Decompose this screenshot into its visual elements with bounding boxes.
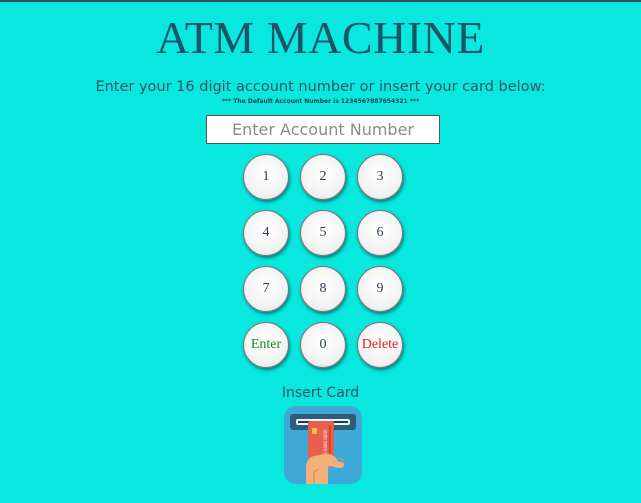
insert-card-label: Insert Card	[281, 385, 360, 401]
enter-button[interactable]: Enter	[243, 322, 289, 368]
instruction-text: Enter your 16 digit account number or in…	[95, 79, 546, 95]
key-3-button[interactable]: 3	[357, 154, 403, 200]
top-border	[0, 0, 641, 2]
page-title: ATM MACHINE	[156, 12, 485, 63]
key-6-button[interactable]: 6	[357, 210, 403, 256]
key-7-button[interactable]: 7	[243, 266, 289, 312]
key-2-button[interactable]: 2	[300, 154, 346, 200]
delete-button[interactable]: Delete	[357, 322, 403, 368]
key-1-button[interactable]: 1	[243, 154, 289, 200]
account-number-input[interactable]	[206, 115, 440, 144]
key-9-button[interactable]: 9	[357, 266, 403, 312]
key-5-button[interactable]: 5	[300, 210, 346, 256]
default-account-note: *** The Default Account Number is 123456…	[221, 98, 420, 105]
key-4-button[interactable]: 4	[243, 210, 289, 256]
insert-card-icon: 0000 0000 0000	[284, 406, 362, 484]
insert-card-button[interactable]: 0000 0000 0000	[284, 406, 362, 484]
key-8-button[interactable]: 8	[300, 266, 346, 312]
key-0-button[interactable]: 0	[300, 322, 346, 368]
